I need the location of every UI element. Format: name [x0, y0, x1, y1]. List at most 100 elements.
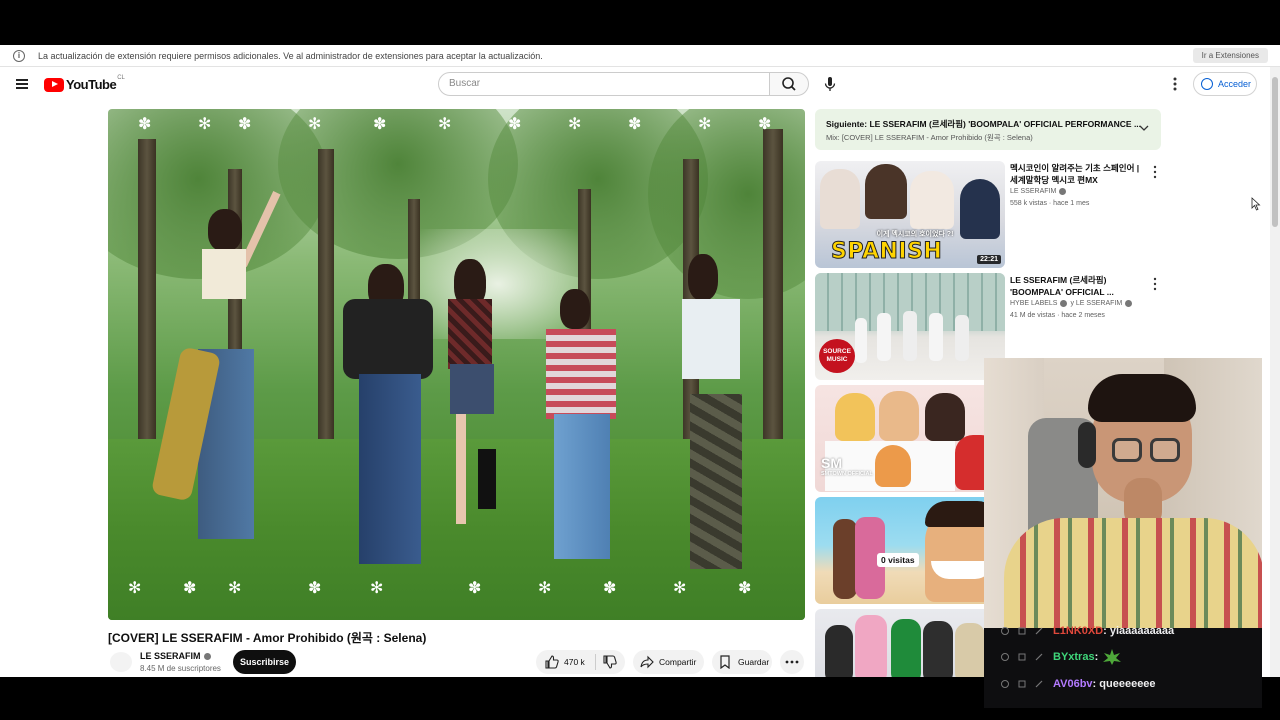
thumb-headline: SPANISH: [830, 239, 943, 265]
logo-country: CL: [117, 74, 125, 81]
mod-icon[interactable]: [1035, 653, 1043, 661]
rec-channel[interactable]: LE SSERAFIM: [1010, 188, 1067, 195]
video-thumbnail[interactable]: SM SMTOWN OFFICIAL: [815, 385, 1005, 492]
smtown-logo: SM SMTOWN OFFICIAL: [821, 455, 873, 477]
share-icon: [640, 655, 654, 669]
save-button[interactable]: Guardar: [712, 650, 772, 674]
mod-icon[interactable]: [1035, 627, 1043, 635]
video-player[interactable]: ✽ ✻ ✽ ✻ ✽ ✻ ✽ ✻ ✽ ✻ ✽ ✻ ✽ ✻ ✽ ✻ ✽ ✻ ✽ ✻ ✽: [108, 109, 805, 620]
video-thumbnail[interactable]: 이게 멕시코의 호이었다 ?! SPANISH 22:21: [815, 161, 1005, 268]
logo-text: YouTube: [66, 77, 117, 92]
youtube-play-icon: [44, 77, 64, 92]
rec-title[interactable]: LE SSERAFIM (르세라핌) 'BOOMPALA' OFFICIAL .…: [1010, 274, 1142, 298]
logo-line-2: SMTOWN OFFICIAL: [821, 471, 873, 477]
divider: [594, 654, 596, 670]
menu-icon[interactable]: [16, 79, 28, 89]
up-next-mix: Mix: [COVER] LE SSERAFIM - Amor Prohibid…: [826, 133, 1033, 142]
rec-meta: 41 M de vistas · hace 2 meses: [1010, 312, 1105, 319]
go-to-extensions-button[interactable]: Ir a Extensiones: [1192, 48, 1268, 63]
microphone-icon: [824, 77, 836, 91]
rec-channel[interactable]: HYBE LABELS y LE SSERAFIM: [1010, 300, 1133, 307]
recommended-video[interactable]: 이게 멕시코의 호이었다 ?! SPANISH 22:21 멕시코인이 알려주는…: [815, 161, 1165, 269]
chat-username[interactable]: BYxtras: [1053, 651, 1095, 663]
more-options-icon[interactable]: [1152, 277, 1158, 291]
thumbs-down-icon[interactable]: [603, 654, 617, 670]
chevron-down-icon[interactable]: [1139, 123, 1149, 133]
up-next-panel[interactable]: Siguiente: LE SSERAFIM (르세라핌) 'BOOMPALA'…: [815, 109, 1161, 150]
chat-message: AV06bv: queeeeeee: [984, 675, 1156, 693]
subscribe-button[interactable]: Suscribirse: [233, 650, 296, 674]
verified-icon: [1060, 300, 1068, 307]
chat-message: L1NK0XD: yiaaaaaaaaa: [984, 622, 1174, 640]
timeout-icon[interactable]: [1018, 627, 1026, 635]
thumb-caption: 이게 멕시코의 호이었다 ?!: [876, 231, 954, 238]
streamer-webcam: [984, 358, 1262, 628]
video-thumbnail[interactable]: 0 visitas: [815, 497, 1005, 604]
tree-trunk: [138, 139, 156, 469]
sign-in-label: Acceder: [1218, 79, 1252, 89]
chat-text: queeeeeee: [1099, 678, 1156, 690]
streamer-hair: [1088, 374, 1196, 422]
search-input[interactable]: Buscar: [438, 72, 770, 96]
views-label: 0 visitas: [877, 553, 919, 567]
ban-icon[interactable]: [1001, 653, 1009, 661]
dancer: [668, 254, 768, 574]
verified-icon: [1059, 188, 1067, 195]
verified-icon: [203, 652, 211, 660]
flower-border-bottom: ✻ ✽ ✻ ✽ ✻ ✽ ✻ ✽ ✻ ✽: [128, 580, 752, 597]
share-button[interactable]: Compartir: [633, 650, 704, 674]
video-thumbnail[interactable]: [815, 609, 1005, 677]
share-label: Compartir: [659, 657, 697, 667]
page-scrollbar[interactable]: [1270, 67, 1280, 677]
sign-in-button[interactable]: Acceder: [1193, 72, 1257, 96]
channel-name[interactable]: LE SSERAFIM: [140, 651, 211, 661]
search-button[interactable]: [769, 72, 809, 96]
chat-username[interactable]: L1NK0XD: [1053, 625, 1103, 637]
extension-info-bar: i La actualización de extensión requiere…: [0, 45, 1280, 67]
rec-title[interactable]: 멕시코인이 알려주는 기초 스페인어 | 세계말학당 멕시코 편MX: [1010, 162, 1142, 186]
channel-avatar[interactable]: [110, 652, 132, 672]
flower-border-top: ✽ ✻ ✽ ✻ ✽ ✻ ✽ ✻ ✽ ✻ ✽: [138, 116, 772, 133]
glasses: [1150, 438, 1180, 462]
chat-username[interactable]: AV06bv: [1053, 678, 1093, 690]
youtube-header: YouTube CL Buscar Acceder: [0, 67, 1270, 101]
video-title: [COVER] LE SSERAFIM - Amor Prohibido (원곡…: [108, 631, 427, 645]
info-icon: i: [13, 49, 25, 62]
dancer: [428, 259, 518, 569]
mod-icon[interactable]: [1035, 680, 1043, 688]
ban-icon[interactable]: [1001, 680, 1009, 688]
video-duration: 22:21: [977, 255, 1001, 264]
search-icon: [782, 77, 796, 91]
tree-trunk: [318, 149, 334, 459]
ban-icon[interactable]: [1001, 627, 1009, 635]
rec-channel-text: LE SSERAFIM: [1010, 188, 1057, 195]
like-count[interactable]: 470 k: [564, 657, 585, 667]
info-message: La actualización de extensión requiere p…: [38, 50, 543, 61]
chat-message: BYxtras:: [984, 648, 1123, 666]
user-icon: [1201, 78, 1213, 90]
glasses: [1112, 438, 1142, 462]
mouse-cursor-icon: [1251, 197, 1261, 211]
live-chat: L1NK0XD: yiaaaaaaaaa BYxtras: AV06bv: qu…: [984, 625, 1262, 708]
rec-meta: 558 k vistas · hace 1 mes: [1010, 200, 1090, 207]
subscriber-count: 8.45 M de suscriptores: [140, 664, 221, 673]
more-options-icon[interactable]: [1152, 165, 1158, 179]
up-next-title: Siguiente: LE SSERAFIM (르세라핌) 'BOOMPALA'…: [826, 119, 1142, 129]
streamer-shirt: [1004, 518, 1262, 628]
timeout-icon[interactable]: [1018, 653, 1026, 661]
rec-channel-extra: y LE SSERAFIM: [1070, 300, 1123, 307]
scrollbar-thumb[interactable]: [1272, 77, 1278, 227]
timeout-icon[interactable]: [1018, 680, 1026, 688]
settings-menu-icon[interactable]: [1168, 75, 1182, 93]
thumbs-up-icon[interactable]: [540, 654, 564, 670]
dancer: [333, 259, 443, 579]
video-thumbnail[interactable]: SOURCE MUSIC: [815, 273, 1005, 380]
bookmark-icon: [720, 655, 730, 669]
chat-colon: :: [1103, 625, 1110, 637]
youtube-logo[interactable]: YouTube CL: [44, 74, 125, 92]
headphones: [1078, 422, 1096, 468]
chat-text: yiaaaaaaaaa: [1109, 625, 1175, 637]
dancer: [150, 191, 281, 569]
voice-search-button[interactable]: [818, 72, 842, 96]
more-actions-button[interactable]: [780, 650, 804, 674]
